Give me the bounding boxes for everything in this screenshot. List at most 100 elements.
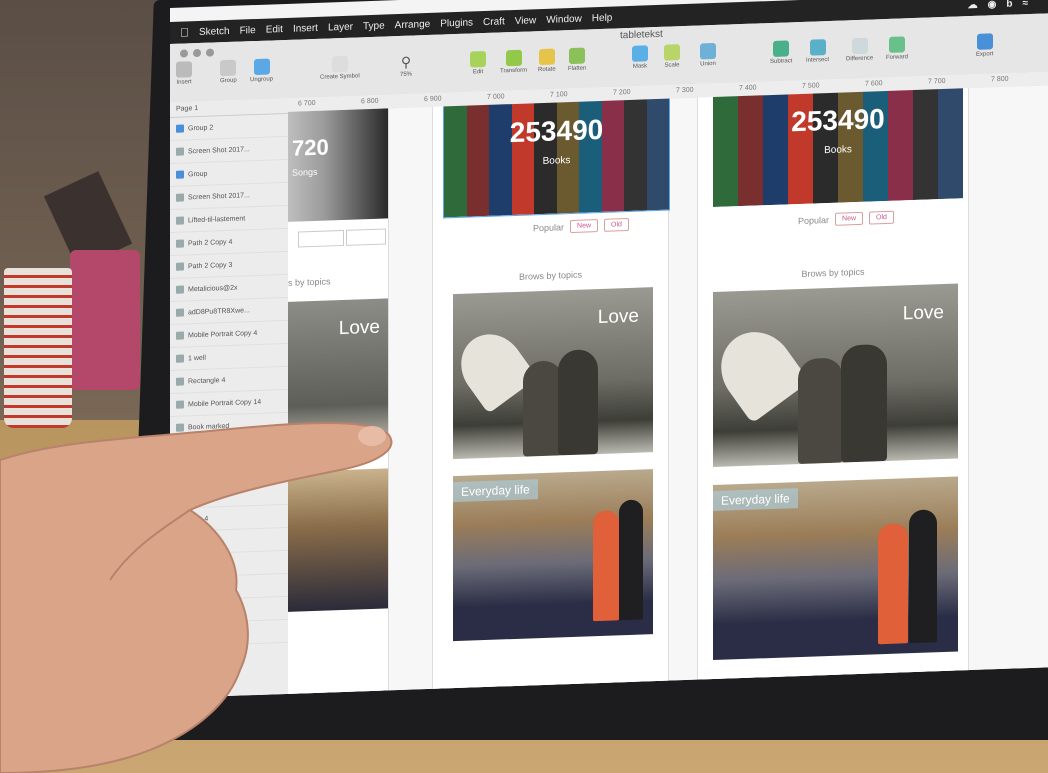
artboard-middle[interactable]: 253490 Books Popular New Old Brows by to…: [433, 88, 670, 699]
hand-shape: [0, 422, 393, 773]
edit-button[interactable]: Edit: [470, 50, 486, 76]
scale-button[interactable]: Scale: [664, 44, 680, 69]
ruler-tick: 7 700: [928, 77, 946, 86]
zoom-control[interactable]: ⚲ 75%: [398, 53, 414, 78]
woman-figure: [593, 510, 619, 622]
zoom-icon[interactable]: [206, 48, 214, 57]
insert-button[interactable]: Insert: [176, 61, 192, 86]
drop-icon[interactable]: ◉: [988, 0, 997, 10]
menu-type[interactable]: Type: [363, 20, 385, 32]
scale-icon: [664, 44, 680, 61]
everyday-label: Everyday life: [713, 488, 798, 512]
mask-button[interactable]: Mask: [632, 45, 648, 70]
cloud-icon[interactable]: ☁: [968, 0, 978, 11]
minimize-icon[interactable]: [193, 48, 201, 58]
layer-label: Rectangle 4: [188, 376, 226, 385]
mask-icon: [632, 45, 648, 62]
books-photo: 253490 Books: [713, 85, 963, 208]
menu-file[interactable]: File: [240, 25, 256, 37]
layer-label: Group: [188, 170, 208, 178]
menu-help[interactable]: Help: [592, 12, 613, 24]
old-pill[interactable]: Old: [869, 210, 894, 225]
menu-layer[interactable]: Layer: [328, 21, 353, 33]
subtract-button[interactable]: Subtract: [770, 40, 792, 65]
ruler-tick: 6 900: [424, 95, 442, 104]
woman-figure: [523, 360, 563, 457]
ruler-tick: 7 400: [739, 84, 757, 93]
menu-craft[interactable]: Craft: [483, 16, 505, 28]
new-pill[interactable]: New: [835, 211, 864, 226]
button-outline[interactable]: [298, 229, 344, 248]
everyday-label: Everyday life: [453, 479, 538, 503]
layer-icon: [176, 354, 184, 363]
man-figure: [619, 499, 643, 621]
status-b[interactable]: b: [1006, 0, 1012, 9]
difference-icon: [851, 37, 868, 55]
menu-window[interactable]: Window: [546, 13, 582, 25]
group-button[interactable]: Group: [220, 59, 237, 84]
man-figure: [909, 509, 937, 644]
union-icon: [700, 42, 716, 60]
artboard-right[interactable]: 253490 Books Popular New Old Brows by to…: [698, 85, 968, 699]
layer-label: Screen Shot 2017...: [188, 191, 250, 201]
flatten-icon: [569, 47, 586, 65]
umbrella-shape: [713, 317, 810, 424]
ruler-tick: 7 300: [676, 86, 694, 95]
export-button[interactable]: Export: [976, 33, 993, 58]
plus-icon: [176, 61, 192, 78]
menu-plugins[interactable]: Plugins: [440, 17, 473, 29]
layer-icon: [176, 147, 184, 156]
popular-row: Popular New Old: [533, 217, 629, 234]
man-figure: [558, 349, 598, 456]
forward-button[interactable]: Forward: [886, 36, 908, 61]
button-outline[interactable]: [346, 228, 386, 246]
edit-icon: [470, 50, 486, 68]
books-photo: 253490 Books: [443, 88, 670, 219]
everyday-photo: Everyday life: [713, 476, 958, 661]
union-button[interactable]: Union: [700, 42, 716, 68]
window-controls: [180, 48, 214, 58]
document-title: tabletekst: [620, 28, 663, 42]
woman-figure: [878, 523, 908, 645]
love-label: Love: [597, 305, 639, 329]
ruler-tick: 7 600: [865, 80, 883, 88]
love-label: Love: [338, 316, 380, 340]
everyday-photo: Everyday life: [453, 469, 653, 642]
new-pill[interactable]: New: [570, 219, 599, 234]
ungroup-icon: [253, 58, 270, 76]
layer-icon: [176, 331, 184, 340]
ungroup-button[interactable]: Ungroup: [250, 58, 273, 83]
layer-icon: [176, 193, 184, 202]
intersect-button[interactable]: Intersect: [806, 39, 829, 64]
flatten-button[interactable]: Flatten: [568, 47, 586, 72]
man-figure: [841, 343, 887, 463]
create-symbol-button[interactable]: Create Symbol: [320, 55, 360, 81]
close-icon[interactable]: [180, 49, 188, 58]
transform-button[interactable]: Transform: [500, 49, 527, 74]
songs-photo: 720 Songs: [288, 98, 388, 224]
symbol-icon: [331, 55, 348, 73]
rotate-button[interactable]: Rotate: [538, 48, 556, 73]
menu-insert[interactable]: Insert: [293, 22, 318, 34]
old-pill[interactable]: Old: [604, 217, 629, 232]
magnifier-icon: ⚲: [400, 53, 412, 70]
apple-icon[interactable]: : [180, 25, 189, 39]
group-icon: [220, 59, 237, 77]
menu-arrange[interactable]: Arrange: [395, 18, 431, 30]
rotate-icon: [538, 48, 555, 66]
ruler-tick: 7 100: [550, 91, 568, 99]
layer-icon: [176, 262, 184, 271]
menu-edit[interactable]: Edit: [266, 24, 283, 36]
difference-button[interactable]: Difference: [846, 37, 873, 62]
layer-label: Mobile Portrait Copy 4: [188, 329, 258, 339]
transform-icon: [505, 49, 522, 67]
ruler-tick: 6 700: [298, 99, 316, 108]
menu-view[interactable]: View: [515, 15, 537, 27]
songs-label: Songs: [292, 166, 318, 178]
ruler-tick: 7 500: [802, 82, 820, 90]
status-bar: ☁ ◉ b ≈: [968, 0, 1048, 11]
wifi-icon[interactable]: ≈: [1023, 0, 1029, 9]
ruler-tick: 7 200: [613, 88, 631, 97]
menu-sketch[interactable]: Sketch: [199, 25, 230, 37]
layer-icon: [176, 239, 184, 248]
